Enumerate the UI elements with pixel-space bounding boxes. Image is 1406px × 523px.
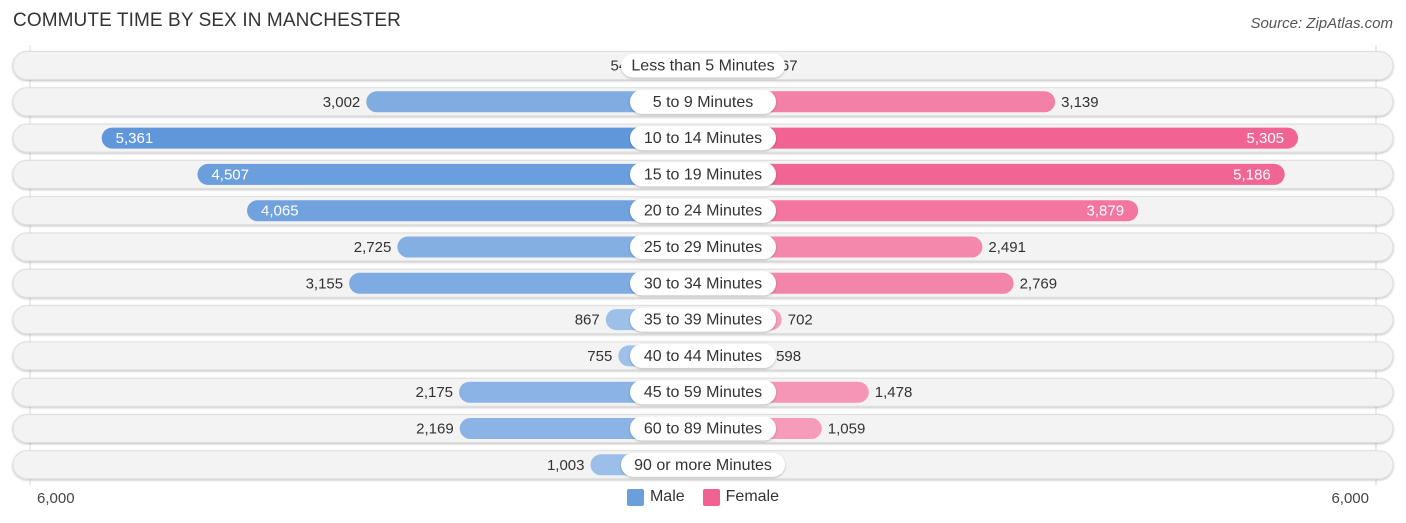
value-label-female: 598: [776, 348, 801, 365]
legend-swatch-female: [702, 488, 720, 506]
value-label-female: 1,059: [828, 421, 866, 438]
value-label-female: 2,491: [988, 239, 1026, 256]
value-label-female: 5,186: [1233, 166, 1271, 183]
chart-row: 4,065 3,879 20 to 24 Minutes: [12, 196, 1394, 226]
category-label: 15 to 19 Minutes: [644, 166, 762, 183]
chart-row: 4,507 5,186 15 to 19 Minutes: [12, 159, 1394, 189]
chart-row: 3,155 2,769 30 to 34 Minutes: [12, 268, 1394, 298]
category-label: 30 to 34 Minutes: [644, 275, 762, 292]
value-label-male: 2,175: [415, 384, 453, 401]
chart-row: 5,361 5,305 10 to 14 Minutes: [12, 123, 1394, 153]
bar-male: [101, 127, 715, 149]
category-label: Less than 5 Minutes: [631, 58, 774, 75]
legend-label-male: Male: [649, 488, 685, 505]
value-label-female: 1,478: [875, 384, 913, 401]
value-label-female: 702: [788, 312, 813, 329]
category-label: 20 to 24 Minutes: [644, 203, 762, 220]
legend-swatch-male: [626, 488, 644, 506]
value-label-male: 5,361: [116, 130, 154, 147]
chart-row: 2,175 1,478 45 to 59 Minutes: [12, 377, 1394, 407]
value-label-male: 3,002: [323, 94, 361, 111]
chart-row: 2,725 2,491 25 to 29 Minutes: [12, 232, 1394, 262]
chart-row: 3,002 3,139 5 to 9 Minutes: [12, 87, 1394, 117]
chart-row: 867 702 35 to 39 Minutes: [12, 305, 1394, 335]
category-label: 45 to 59 Minutes: [644, 384, 762, 401]
legend: Male Female: [0, 488, 1406, 506]
legend-item-male: Male: [626, 488, 685, 506]
value-label-male: 1,003: [547, 457, 585, 474]
category-label: 35 to 39 Minutes: [644, 312, 762, 329]
chart-row: 755 598 40 to 44 Minutes: [12, 341, 1394, 371]
value-label-male: 867: [575, 312, 600, 329]
value-label-female: 5,305: [1246, 130, 1284, 147]
chart-row: 1,00330290 or more Minutes: [12, 450, 1394, 480]
chart-row: 548567Less than 5 Minutes: [12, 51, 1394, 80]
value-label-male: 755: [587, 348, 612, 365]
category-label: 25 to 29 Minutes: [644, 239, 762, 256]
value-label-female: 2,769: [1020, 275, 1058, 292]
value-label-male: 2,725: [354, 239, 392, 256]
category-label: 10 to 14 Minutes: [644, 130, 762, 147]
value-label-male: 2,169: [416, 421, 454, 438]
category-label: 40 to 44 Minutes: [644, 348, 762, 365]
value-label-female: 3,139: [1061, 94, 1099, 111]
value-label-male: 4,507: [211, 166, 249, 183]
value-label-female: 3,879: [1087, 203, 1125, 220]
category-label: 60 to 89 Minutes: [644, 421, 762, 438]
value-label-male: 4,065: [261, 203, 299, 220]
legend-label-female: Female: [725, 488, 780, 505]
value-label-male: 3,155: [306, 275, 344, 292]
category-label: 5 to 9 Minutes: [653, 94, 754, 111]
category-label: 90 or more Minutes: [634, 457, 772, 474]
bar-female: [691, 163, 1285, 185]
bar-female: [691, 127, 1299, 149]
chart-row: 2,169 1,059 60 to 89 Minutes: [12, 414, 1394, 443]
chart-canvas: 548567Less than 5 Minutes 3,002 3,139 5 to …: [12, 45, 1394, 485]
legend-item-female: Female: [702, 488, 780, 506]
